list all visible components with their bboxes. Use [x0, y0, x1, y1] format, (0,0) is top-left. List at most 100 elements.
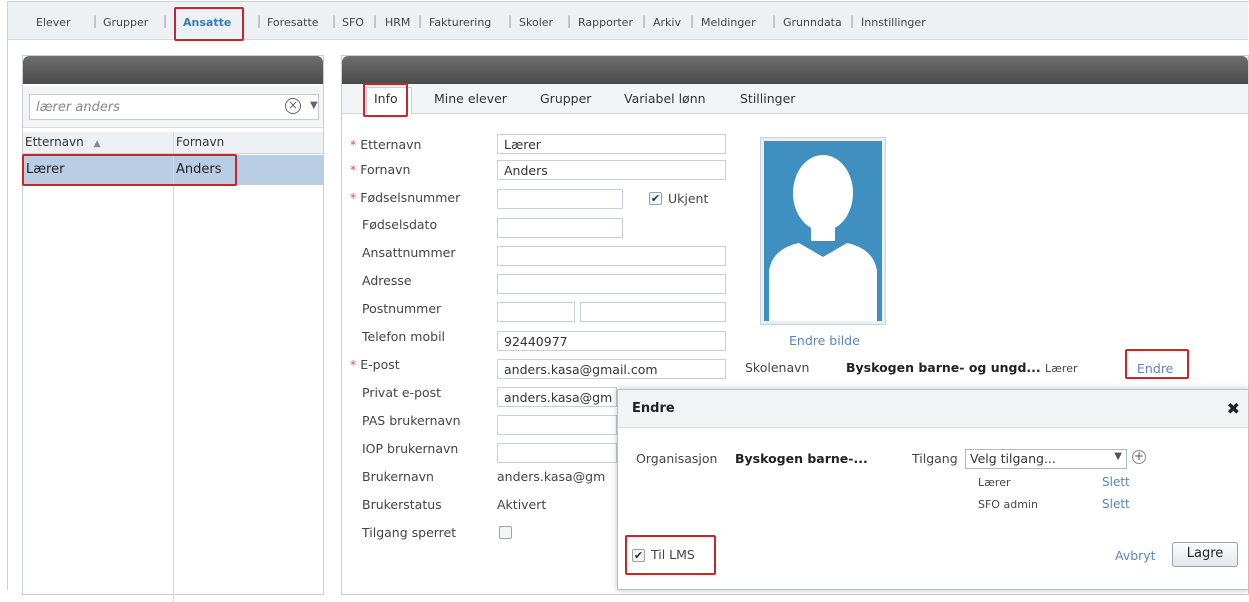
- tab-mine-elever[interactable]: Mine elever: [434, 91, 507, 106]
- nav-arkiv[interactable]: Arkiv: [653, 16, 681, 29]
- tab-variabel-lonn[interactable]: Variabel lønn: [624, 91, 706, 106]
- label-tilgang-sperret: Tilgang sperret: [362, 525, 457, 540]
- column-divider: [173, 132, 174, 602]
- nav-separator: |: [93, 14, 98, 28]
- fornavn-field[interactable]: Anders: [497, 160, 726, 180]
- highlight-box: [174, 7, 244, 41]
- nav-elever[interactable]: Elever: [36, 16, 71, 29]
- nav-foresatte[interactable]: Foresatte: [267, 16, 319, 29]
- iop-brukernavn-field[interactable]: [497, 443, 617, 463]
- column-label: Fornavn: [176, 135, 225, 149]
- nav-separator: |: [772, 14, 777, 28]
- clear-search-icon[interactable]: ×: [285, 98, 301, 114]
- nav-separator: |: [642, 14, 647, 28]
- label-pas-brukernavn: PAS brukernavn: [362, 413, 461, 428]
- brukerstatus-value: Aktivert: [497, 497, 547, 512]
- highlight-box: [363, 83, 408, 117]
- tab-grupper[interactable]: Grupper: [540, 91, 591, 106]
- label-postnummer: Postnummer: [362, 301, 442, 316]
- tilgang-select-value: Velg tilgang...: [970, 451, 1056, 466]
- label-fornavn: * Fornavn: [350, 162, 411, 177]
- nav-separator: |: [690, 14, 695, 28]
- add-icon[interactable]: +: [1132, 450, 1146, 464]
- epost-field[interactable]: anders.kasa@gmail.com: [497, 359, 726, 379]
- employee-list-panel: × ▼ Etternavn ▲ Fornavn Lærer Anders: [22, 55, 324, 602]
- telefon-mobil-field[interactable]: 92440977: [497, 331, 726, 351]
- pas-brukernavn-field[interactable]: [497, 415, 617, 435]
- label-brukernavn: Brukernavn: [362, 469, 434, 484]
- tab-bar: Info Mine elever Grupper Variabel lønn S…: [342, 84, 1248, 114]
- column-header-fornavn[interactable]: Fornavn: [174, 132, 323, 154]
- tilgang-select[interactable]: Velg tilgang... ▼: [965, 449, 1127, 469]
- column-header-etternavn[interactable]: Etternavn ▲: [23, 132, 174, 154]
- privat-epost-field[interactable]: anders.kasa@gm: [497, 387, 617, 407]
- endre-bilde-link[interactable]: Endre bilde: [789, 333, 860, 348]
- tilgang-label: Tilgang: [912, 451, 958, 466]
- nav-separator: |: [418, 14, 423, 28]
- skolenavn-value: Byskogen barne- og ungd...: [846, 360, 1041, 375]
- fodselsdato-field[interactable]: [497, 218, 623, 238]
- nav-fakturering[interactable]: Fakturering: [429, 16, 491, 29]
- label-epost: * E-post: [350, 357, 400, 372]
- nav-grupper[interactable]: Grupper: [103, 16, 148, 29]
- ukjent-label: Ukjent: [668, 191, 709, 206]
- highlight-box: [1125, 349, 1189, 379]
- tilgang-sperret-checkbox[interactable]: [499, 526, 512, 539]
- lagre-button[interactable]: Lagre: [1172, 542, 1238, 567]
- column-label: Etternavn: [25, 135, 84, 149]
- postnummer-field[interactable]: [497, 302, 575, 322]
- poststed-field[interactable]: [580, 302, 726, 322]
- nav-separator: |: [373, 14, 378, 28]
- ansattnummer-field[interactable]: [497, 246, 726, 266]
- role-name: SFO admin: [978, 498, 1038, 511]
- ukjent-checkbox[interactable]: ✔: [649, 192, 662, 205]
- brukernavn-value: anders.kasa@gm: [497, 469, 606, 484]
- label-privat-epost: Privat e-post: [362, 385, 442, 400]
- nav-separator: |: [850, 14, 855, 28]
- label-brukerstatus: Brukerstatus: [362, 497, 442, 512]
- nav-separator: |: [567, 14, 572, 28]
- skolenavn-label: Skolenavn: [745, 360, 810, 375]
- nav-sfo[interactable]: SFO: [342, 16, 364, 29]
- nav-separator: |: [257, 14, 262, 28]
- dialog-title: Endre: [632, 401, 675, 416]
- label-etternavn: * Etternavn: [350, 137, 422, 152]
- slett-role-link[interactable]: Slett: [1102, 497, 1130, 511]
- label-ansattnummer: Ansattnummer: [362, 245, 456, 260]
- search-row: [23, 86, 323, 128]
- fodselsnummer-field[interactable]: [497, 189, 623, 209]
- dialog-header: Endre ✖: [618, 390, 1248, 428]
- highlight-box: [22, 154, 237, 186]
- profile-photo: [760, 137, 886, 325]
- organisasjon-value: Byskogen barne-...: [735, 451, 868, 466]
- chevron-down-icon: ▼: [1114, 451, 1122, 462]
- tab-stillinger[interactable]: Stillinger: [740, 91, 795, 106]
- avbryt-link[interactable]: Avbryt: [1115, 548, 1156, 563]
- nav-hrm[interactable]: HRM: [385, 16, 410, 29]
- nav-innstillinger[interactable]: Innstillinger: [861, 16, 926, 29]
- slett-role-link[interactable]: Slett: [1102, 475, 1130, 489]
- organisasjon-label: Organisasjon: [636, 451, 718, 466]
- nav-skoler[interactable]: Skoler: [519, 16, 553, 29]
- adresse-field[interactable]: [497, 274, 726, 294]
- role-name: Lærer: [978, 476, 1011, 489]
- nav-rapporter[interactable]: Rapporter: [578, 16, 633, 29]
- etternavn-field[interactable]: Lærer: [497, 134, 726, 154]
- nav-separator: |: [163, 14, 168, 28]
- nav-separator: |: [508, 14, 513, 28]
- panel-header: [23, 56, 323, 84]
- search-input[interactable]: [29, 94, 319, 120]
- nav-meldinger[interactable]: Meldinger: [701, 16, 756, 29]
- close-icon[interactable]: ✖: [1227, 399, 1240, 418]
- sort-ascending-icon: ▲: [93, 139, 101, 149]
- chevron-down-icon[interactable]: ▼: [310, 100, 318, 111]
- nav-grunndata[interactable]: Grunndata: [783, 16, 842, 29]
- label-iop-brukernavn: IOP brukernavn: [362, 441, 459, 456]
- panel-header: [342, 56, 1248, 84]
- nav-separator: |: [332, 14, 337, 28]
- label-fodselsdato: Fødselsdato: [362, 217, 438, 232]
- label-telefon-mobil: Telefon mobil: [362, 329, 446, 344]
- avatar-silhouette-icon: [769, 155, 877, 321]
- highlight-box: [625, 535, 716, 575]
- label-fodselsnummer: * Fødselsnummer: [350, 190, 461, 205]
